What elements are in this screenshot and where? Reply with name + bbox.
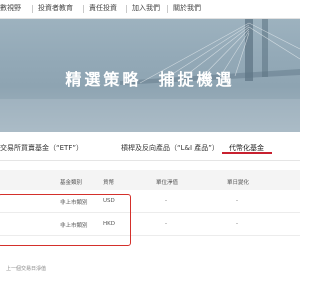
hero-title: 精選策略 捕捉機遇 [65, 70, 235, 89]
nav-cell: - [165, 198, 167, 204]
active-tab-indicator [222, 152, 272, 154]
nav-cell: - [165, 221, 167, 227]
product-tabs: 交易所買賣基金（“ETF”） 槓桿及反向產品（“L&I 產品”） 代幣化基金 [0, 134, 300, 161]
header-currency: 貨幣 [103, 180, 115, 186]
header-nav: 單位淨值 [156, 180, 179, 186]
nav-item-investor-education[interactable]: 投資者教育 [38, 4, 73, 13]
header-fund-class: 基金類別 [60, 180, 83, 186]
nav-item-insights[interactable]: 數視野 [0, 4, 21, 13]
change-cell: - [236, 221, 238, 227]
tab-leveraged-inverse[interactable]: 槓桿及反向產品（“L&I 產品”） [121, 143, 219, 153]
tab-etf[interactable]: 交易所買賣基金（“ETF”） [0, 143, 83, 153]
top-navigation: 數視野 投資者教育 責任投資 加入我們 關於我們 [0, 0, 300, 19]
nav-divider [83, 5, 84, 13]
hero-banner: 精選策略 捕捉機遇 [0, 19, 300, 132]
nav-item-join-us[interactable]: 加入我們 [132, 4, 160, 13]
nav-divider [32, 5, 33, 13]
nav-divider [167, 5, 168, 13]
nav-divider [126, 5, 127, 13]
change-cell: - [236, 198, 238, 204]
table-footnote: 上一個交易日淨值 [6, 266, 47, 272]
table-header: 基金類別 貨幣 單位淨值 單日變化 [0, 170, 300, 190]
header-daily-change: 單日變化 [227, 180, 250, 186]
nav-item-about-us[interactable]: 關於我們 [173, 4, 201, 13]
highlight-box [0, 194, 131, 246]
nav-item-responsible-investing[interactable]: 責任投資 [89, 4, 117, 13]
